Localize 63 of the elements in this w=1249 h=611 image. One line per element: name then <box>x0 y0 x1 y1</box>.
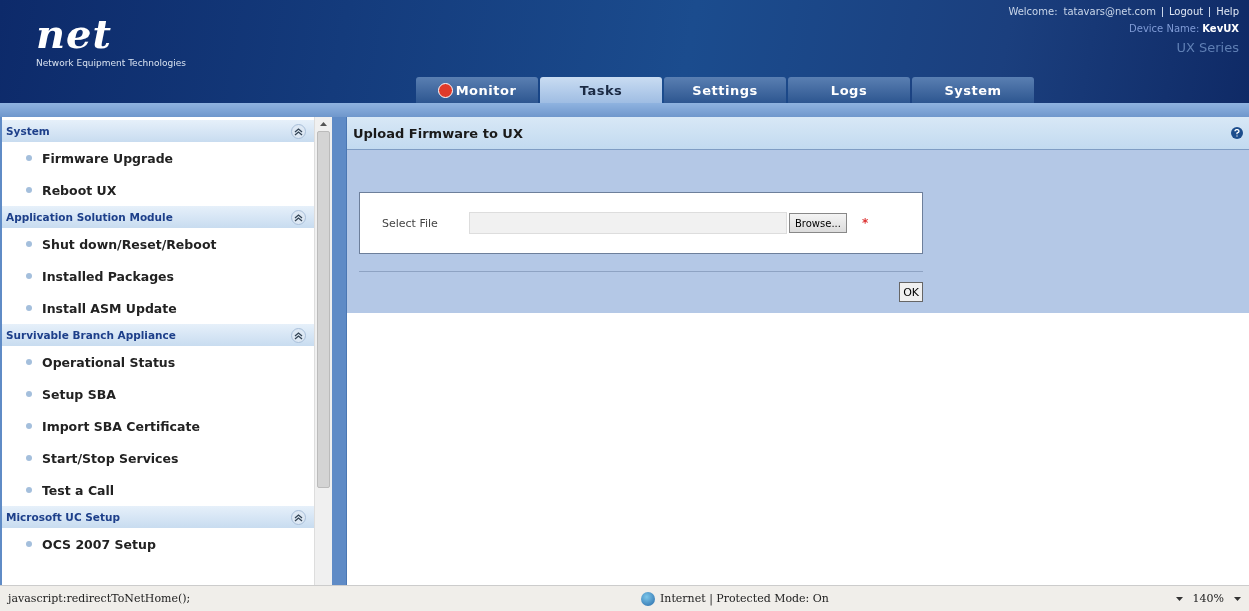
file-input-field[interactable] <box>469 212 787 234</box>
header-link[interactable]: Help <box>1216 6 1239 17</box>
bullet-icon <box>26 273 32 279</box>
scrollbar[interactable] <box>314 117 332 585</box>
bullet-icon <box>26 423 32 429</box>
device-name: KevUX <box>1202 23 1239 34</box>
bullet-icon <box>26 391 32 397</box>
globe-icon <box>641 591 655 606</box>
bullet-icon <box>26 305 32 311</box>
status-url: javascript:redirectToNetHome(); <box>8 592 191 605</box>
logo[interactable]: net <box>36 14 416 54</box>
user-email: tatavars@net.com <box>1063 6 1156 17</box>
bullet-icon <box>26 487 32 493</box>
sidebar-link[interactable]: Import SBA Certificate <box>42 418 200 434</box>
required-mark: * <box>861 216 869 230</box>
section-header[interactable]: Survivable Branch Appliance <box>2 324 314 346</box>
logo-tagline: Network Equipment Technologies <box>36 58 186 68</box>
nav-tab[interactable]: Tasks <box>540 77 662 103</box>
section-title: Survivable Branch Appliance <box>6 329 176 341</box>
bullet-icon <box>26 541 32 547</box>
bullet-icon <box>26 187 32 193</box>
sidebar-link[interactable]: Setup SBA <box>42 386 116 402</box>
sidebar-link[interactable]: Test a Call <box>42 482 115 498</box>
sidebar-link[interactable]: Install ASM Update <box>42 300 177 316</box>
dropdown-caret-icon[interactable] <box>1175 596 1183 601</box>
security-zone: Internet | Protected Mode: On <box>660 592 829 605</box>
sidebar-link[interactable]: Installed Packages <box>42 268 175 284</box>
bullet-icon <box>26 241 32 247</box>
panel-title: Upload Firmware to UX <box>353 125 523 141</box>
header-link[interactable]: Logout <box>1168 6 1204 17</box>
collapse-icon[interactable] <box>291 123 306 139</box>
zoom-level[interactable]: 140% <box>1192 592 1224 605</box>
sidebar-link[interactable]: OCS 2007 Setup <box>42 536 156 552</box>
nav-tab[interactable]: Monitor <box>416 77 538 103</box>
section-header[interactable]: Microsoft UC Setup <box>2 506 314 528</box>
welcome-label: Welcome: <box>1008 6 1058 17</box>
collapse-icon[interactable] <box>291 209 306 225</box>
collapse-icon[interactable] <box>291 327 306 343</box>
dropdown-caret-icon[interactable] <box>1234 596 1241 601</box>
sidebar-link[interactable]: Operational Status <box>42 354 176 370</box>
section-header[interactable]: System <box>2 120 314 142</box>
field-label: Select File <box>382 216 439 230</box>
sidebar-link[interactable]: Start/Stop Services <box>42 450 179 466</box>
section-header[interactable]: Application Solution Module <box>2 206 314 228</box>
nav-tab[interactable]: System <box>912 77 1034 103</box>
section-title: Microsoft UC Setup <box>6 511 120 523</box>
bullet-icon <box>26 455 32 461</box>
sidebar-link[interactable]: Shut down/Reset/Reboot <box>42 236 217 252</box>
section-title: Application Solution Module <box>6 211 173 223</box>
scroll-thumb[interactable] <box>317 131 330 488</box>
sidebar-link[interactable]: Reboot UX <box>42 182 117 198</box>
series-label: UX Series <box>1176 40 1239 55</box>
sidebar-link[interactable]: Firmware Upgrade <box>42 150 174 166</box>
collapse-icon[interactable] <box>291 509 306 525</box>
nav-tab[interactable]: Settings <box>664 77 786 103</box>
bullet-icon <box>26 155 32 161</box>
section-title: System <box>6 125 50 137</box>
nav-tab[interactable]: Logs <box>788 77 910 103</box>
browse-button[interactable]: Browse... <box>789 213 847 233</box>
bullet-icon <box>26 359 32 365</box>
ok-button[interactable]: OK <box>899 282 923 302</box>
help-icon[interactable] <box>1231 127 1243 139</box>
device-name-label: Device Name: <box>1129 23 1200 34</box>
